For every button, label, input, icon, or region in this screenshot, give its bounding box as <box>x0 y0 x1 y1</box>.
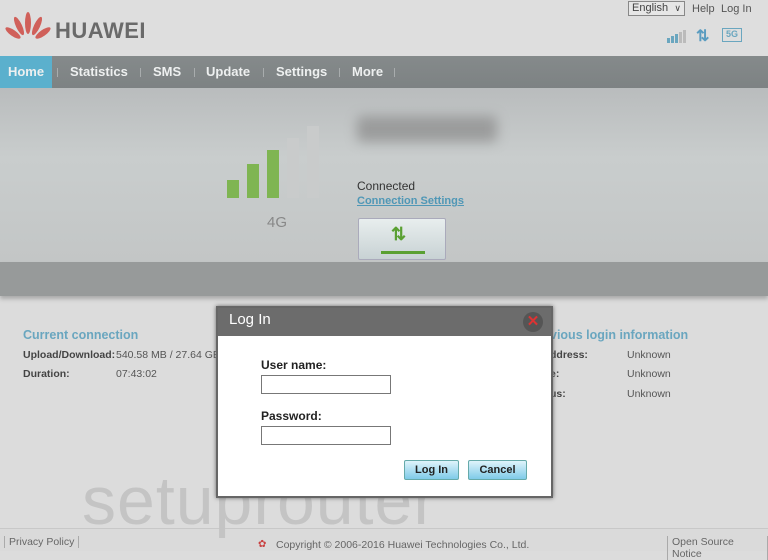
tab-home[interactable]: Home <box>0 56 52 88</box>
nav-divider <box>263 68 264 77</box>
duration-label: Duration: <box>23 368 70 380</box>
tab-settings[interactable]: Settings <box>276 56 327 88</box>
signal-strength-icon <box>667 30 686 43</box>
connection-arrows-icon: ⇅ <box>391 224 407 244</box>
tab-update[interactable]: Update <box>206 56 250 88</box>
network-name-blurred <box>357 116 497 142</box>
nav-divider <box>140 68 141 77</box>
dialog-header: Log In ✕ <box>218 308 551 336</box>
signal-bar <box>247 164 259 198</box>
huawei-small-logo-icon: ✿ <box>258 539 267 550</box>
status-value: Unknown <box>627 388 671 400</box>
previous-login-title: vious login information <box>550 328 689 342</box>
signal-bar <box>267 150 279 198</box>
cancel-button[interactable]: Cancel <box>468 460 527 480</box>
signal-bar <box>307 126 319 198</box>
login-link[interactable]: Log In <box>721 3 752 15</box>
tab-sms[interactable]: SMS <box>153 56 181 88</box>
signal-bars <box>227 124 322 198</box>
data-transfer-icon: ⇅ <box>696 28 710 45</box>
ip-address-value: Unknown <box>627 349 671 361</box>
nav-divider <box>394 68 395 77</box>
status-band <box>0 262 768 296</box>
current-connection-title: Current connection <box>23 328 139 342</box>
username-label: User name: <box>261 358 327 372</box>
help-link[interactable]: Help <box>692 3 715 15</box>
upload-download-value: 540.58 MB / 27.64 GB <box>116 349 220 361</box>
network-type: 4G <box>267 214 288 231</box>
connect-toggle-button[interactable]: ⇅ <box>358 218 446 260</box>
huawei-logo-icon <box>5 12 51 39</box>
tab-statistics[interactable]: Statistics <box>70 56 128 88</box>
chevron-down-icon: ∨ <box>674 3 681 13</box>
dialog-title: Log In <box>229 311 271 328</box>
connection-settings-link[interactable]: Connection Settings <box>357 195 464 207</box>
connection-state: Connected <box>357 179 416 193</box>
main-nav: Home Statistics SMS Update Settings More <box>0 56 768 88</box>
ip-address-label: ddress: <box>550 349 588 361</box>
tab-more[interactable]: More <box>352 56 383 88</box>
nav-divider <box>339 68 340 77</box>
password-label: Password: <box>261 409 322 423</box>
login-dialog: Log In ✕ User name: Password: Log In Can… <box>216 306 553 498</box>
signal-bar <box>227 180 239 198</box>
language-select[interactable]: English ∨ <box>628 1 685 16</box>
login-button[interactable]: Log In <box>404 460 459 480</box>
header: HUAWEI English ∨ Help Log In ⇅ 5G <box>0 0 768 56</box>
upload-download-label: Upload/Download: <box>23 349 116 361</box>
username-input[interactable] <box>261 375 391 394</box>
time-value: Unknown <box>627 368 671 380</box>
close-icon[interactable]: ✕ <box>523 312 543 332</box>
open-source-notice-link[interactable]: Open Source Notice <box>667 536 768 560</box>
signal-bar <box>287 138 299 198</box>
nav-divider <box>194 68 195 77</box>
nav-divider <box>57 68 58 77</box>
copyright: Copyright © 2006-2016 Huawei Technologie… <box>276 539 530 551</box>
wifi-5g-icon: 5G <box>722 28 742 42</box>
brand-name: HUAWEI <box>55 18 146 43</box>
connection-underline <box>381 251 425 254</box>
privacy-policy-link[interactable]: Privacy Policy <box>4 536 80 548</box>
duration-value: 07:43:02 <box>116 368 157 380</box>
password-input[interactable] <box>261 426 391 445</box>
language-value: English <box>632 2 669 14</box>
